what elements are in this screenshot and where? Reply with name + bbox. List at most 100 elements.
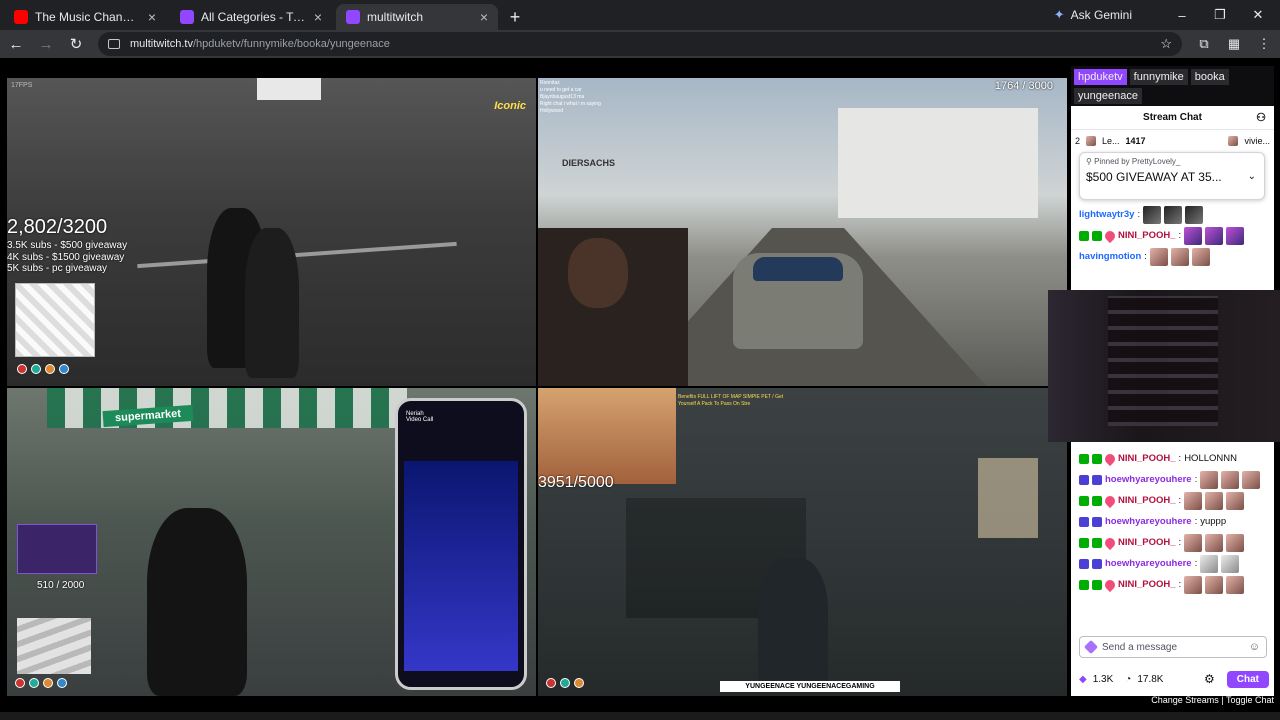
heart-badge-icon[interactable] bbox=[1102, 228, 1118, 243]
minimize-icon[interactable]: – bbox=[1174, 8, 1190, 23]
emote-icon[interactable] bbox=[1143, 205, 1162, 224]
emote-icon[interactable] bbox=[1205, 491, 1224, 510]
new-tab-button[interactable]: + bbox=[502, 4, 528, 30]
chat-send-button[interactable]: Chat bbox=[1226, 670, 1269, 688]
chat-username[interactable]: havingmotion bbox=[1079, 251, 1141, 262]
stream-player-funnymike[interactable]: DIERSACHS Ronnitaz u need to get a car B… bbox=[538, 78, 1067, 386]
stream-player-booka[interactable]: supermarket 510 / 2000 Neriah Video Call bbox=[7, 388, 536, 696]
floating-video-overlay[interactable] bbox=[1048, 290, 1280, 442]
close-window-icon[interactable]: ✕ bbox=[1250, 7, 1266, 23]
ask-gemini-button[interactable]: ✦ Ask Gemini bbox=[1054, 7, 1132, 23]
tab-twitch[interactable]: All Categories - Twitch × bbox=[170, 4, 332, 30]
chevron-down-icon[interactable]: ⌄ bbox=[1248, 171, 1256, 182]
close-icon[interactable]: × bbox=[480, 10, 488, 24]
sub-badge-icon[interactable] bbox=[1079, 579, 1089, 590]
sub-badge-icon[interactable] bbox=[1092, 495, 1102, 506]
bits-icon[interactable] bbox=[1083, 639, 1099, 655]
chat-message: NINI_POOH_: bbox=[1079, 225, 1271, 246]
prime-badge-icon[interactable] bbox=[1079, 474, 1089, 485]
chat-username[interactable]: lightwaytr3y bbox=[1079, 209, 1134, 220]
chat-tab-booka[interactable]: booka bbox=[1190, 69, 1229, 85]
sub-badge-icon[interactable] bbox=[1092, 537, 1102, 548]
chat-username[interactable]: hoewhyareyouhere bbox=[1105, 516, 1192, 527]
stream-player-yungeenace[interactable]: Benefits FULL LIFT OF MAP SIMPIE PET / G… bbox=[538, 388, 1067, 696]
chat-username[interactable]: hoewhyareyouhere bbox=[1105, 558, 1192, 569]
prime-badge-icon[interactable] bbox=[1079, 558, 1089, 569]
chat-tab-funnymike[interactable]: funnymike bbox=[1129, 69, 1188, 85]
gift-icon bbox=[1086, 136, 1097, 146]
emote-icon[interactable] bbox=[1191, 247, 1210, 266]
chat-username[interactable]: hoewhyareyouhere bbox=[1105, 474, 1192, 485]
emote-icon[interactable] bbox=[1200, 470, 1219, 489]
chat-message: havingmotion: bbox=[1079, 246, 1271, 267]
sub-badge-icon[interactable] bbox=[1092, 579, 1102, 590]
chat-input[interactable]: Send a message ☺ bbox=[1079, 636, 1267, 658]
emote-icon[interactable] bbox=[1226, 226, 1245, 245]
bookmark-star-icon[interactable]: ☆ bbox=[1160, 36, 1172, 52]
tab-multitwitch[interactable]: multitwitch × bbox=[336, 4, 498, 30]
sub-badge-icon[interactable] bbox=[1079, 537, 1089, 548]
chat-username[interactable]: NINI_POOH_ bbox=[1118, 230, 1176, 241]
prime-badge-icon[interactable] bbox=[1092, 558, 1102, 569]
address-bar[interactable]: multitwitch.tv/hpduketv/funnymike/booka/… bbox=[98, 32, 1182, 56]
extensions-icon[interactable]: ▦ bbox=[1226, 36, 1242, 52]
site-info-icon[interactable] bbox=[108, 39, 120, 49]
restore-icon[interactable]: ❐ bbox=[1212, 7, 1228, 23]
reload-icon[interactable]: ↻ bbox=[68, 35, 84, 53]
users-icon[interactable]: ⚇ bbox=[1256, 111, 1266, 124]
sub-goals: 3.5K subs - $500 giveaway 4K subs - $150… bbox=[7, 240, 127, 275]
sub-badge-icon[interactable] bbox=[1079, 453, 1089, 464]
channel-points-icon[interactable]: ◔ bbox=[1125, 674, 1131, 685]
chat-tab-hpduketv[interactable]: hpduketv bbox=[1074, 69, 1127, 85]
back-icon[interactable]: ← bbox=[8, 36, 24, 53]
chat-tab-yungeenace[interactable]: yungeenace bbox=[1074, 88, 1142, 104]
emote-icon[interactable] bbox=[1205, 533, 1224, 552]
heart-badge-icon[interactable] bbox=[1102, 535, 1118, 550]
emote-icon[interactable] bbox=[1226, 491, 1245, 510]
emote-icon[interactable] bbox=[1164, 205, 1183, 224]
emote-icon[interactable] bbox=[1226, 575, 1245, 594]
heart-badge-icon[interactable] bbox=[1102, 451, 1118, 466]
stream-links[interactable]: Change Streams | Toggle Chat bbox=[1151, 695, 1274, 705]
cast-icon[interactable]: ⧉ bbox=[1196, 36, 1212, 52]
emote-icon[interactable] bbox=[1149, 247, 1168, 266]
pinned-message[interactable]: ⚲ Pinned by PrettyLovely_ $500 GIVEAWAY … bbox=[1079, 152, 1265, 200]
chat-header: Stream Chat ⚇ bbox=[1071, 106, 1274, 130]
chat-username[interactable]: NINI_POOH_ bbox=[1118, 495, 1176, 506]
leaderboard[interactable]: 2 Le... 1417 vivie... bbox=[1071, 132, 1274, 150]
menu-icon[interactable]: ⋮ bbox=[1256, 36, 1272, 52]
taskbar-strip bbox=[0, 712, 1280, 720]
heart-badge-icon[interactable] bbox=[1102, 577, 1118, 592]
chat-username[interactable]: NINI_POOH_ bbox=[1118, 453, 1176, 464]
close-icon[interactable]: × bbox=[314, 10, 322, 24]
emote-icon[interactable] bbox=[1170, 247, 1189, 266]
sub-badge-icon[interactable] bbox=[1079, 495, 1089, 506]
emote-icon[interactable] bbox=[1221, 470, 1240, 489]
emote-picker-icon[interactable]: ☺ bbox=[1249, 641, 1260, 653]
chat-username[interactable]: NINI_POOH_ bbox=[1118, 579, 1176, 590]
heart-badge-icon[interactable] bbox=[1102, 493, 1118, 508]
sub-badge-icon[interactable] bbox=[1092, 453, 1102, 464]
emote-icon[interactable] bbox=[1226, 533, 1245, 552]
close-icon[interactable]: × bbox=[148, 10, 156, 24]
emote-icon[interactable] bbox=[1221, 554, 1240, 573]
emote-icon[interactable] bbox=[1185, 205, 1204, 224]
emote-icon[interactable] bbox=[1200, 554, 1219, 573]
emote-icon[interactable] bbox=[1205, 226, 1224, 245]
emote-icon[interactable] bbox=[1184, 226, 1203, 245]
forward-icon[interactable]: → bbox=[38, 36, 54, 53]
emote-icon[interactable] bbox=[1184, 533, 1203, 552]
tab-youtube[interactable]: The Music Channel - YouTube × bbox=[4, 4, 166, 30]
stream-player-hpduketv[interactable]: 17FPS Iconic 2,802/3200 3.5K subs - $500… bbox=[7, 78, 536, 386]
prime-badge-icon[interactable] bbox=[1092, 516, 1102, 527]
chat-username[interactable]: NINI_POOH_ bbox=[1118, 537, 1176, 548]
prime-badge-icon[interactable] bbox=[1092, 474, 1102, 485]
sub-badge-icon[interactable] bbox=[1079, 230, 1089, 241]
sub-badge-icon[interactable] bbox=[1092, 230, 1102, 241]
emote-icon[interactable] bbox=[1242, 470, 1261, 489]
emote-icon[interactable] bbox=[1184, 491, 1203, 510]
emote-icon[interactable] bbox=[1205, 575, 1224, 594]
prime-badge-icon[interactable] bbox=[1079, 516, 1089, 527]
settings-gear-icon[interactable]: ⚙ bbox=[1204, 672, 1215, 686]
emote-icon[interactable] bbox=[1184, 575, 1203, 594]
